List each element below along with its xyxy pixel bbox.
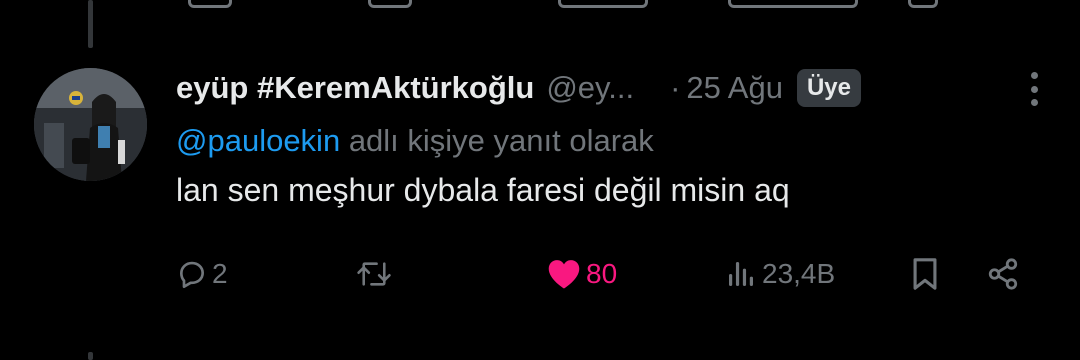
reply-context-label: adlı kişiye yanıt olarak	[340, 123, 654, 158]
more-icon[interactable]	[1030, 72, 1038, 106]
previous-retweet-icon	[368, 0, 412, 8]
previous-bookmark-icon	[908, 0, 938, 8]
reply-count: 2	[212, 258, 228, 289]
previous-tweet-actions	[178, 0, 1080, 10]
share-icon	[988, 258, 1018, 290]
reply-button[interactable]: 2	[176, 252, 228, 296]
tweet-header: eyüp #KeremAktürkoğlu @ey... · 25 Ağu Üy…	[176, 62, 1056, 114]
heart-icon	[548, 260, 580, 289]
views-icon	[729, 262, 753, 286]
retweet-button[interactable]	[356, 252, 392, 296]
previous-reply-icon	[188, 0, 232, 8]
subscriber-badge[interactable]: Üye	[796, 69, 861, 107]
reply-icon	[180, 261, 204, 288]
views-count: 23,4B	[762, 258, 836, 289]
share-button[interactable]	[986, 252, 1020, 296]
like-button[interactable]: 80	[546, 252, 617, 296]
bookmark-button[interactable]	[910, 252, 940, 296]
previous-like-icon	[558, 0, 648, 8]
like-count: 80	[586, 258, 618, 289]
views-button[interactable]: 23,4B	[724, 252, 835, 296]
reply-context: @pauloekin adlı kişiye yanıt olarak	[176, 120, 1056, 162]
previous-views-icon	[728, 0, 858, 8]
avatar-image	[34, 68, 147, 181]
bookmark-icon	[913, 258, 937, 290]
avatar[interactable]	[34, 68, 147, 181]
reply-mention-link[interactable]: @pauloekin	[176, 123, 340, 158]
user-handle[interactable]: @ey...	[546, 70, 634, 106]
retweet-icon	[357, 262, 391, 286]
tweet-text: lan sen meşhur dybala faresi değil misin…	[176, 172, 790, 208]
thread-line-bottom	[88, 352, 93, 360]
tweet-content: eyüp #KeremAktürkoğlu @ey... · 25 Ağu Üy…	[176, 62, 1056, 290]
thread-line-top	[88, 0, 93, 48]
tweet-actions: 2 80 23,4B	[176, 252, 1056, 296]
separator-dot: ·	[670, 70, 681, 105]
tweet-date[interactable]: 25 Ağu	[686, 70, 783, 106]
display-name[interactable]: eyüp #KeremAktürkoğlu	[176, 70, 534, 106]
